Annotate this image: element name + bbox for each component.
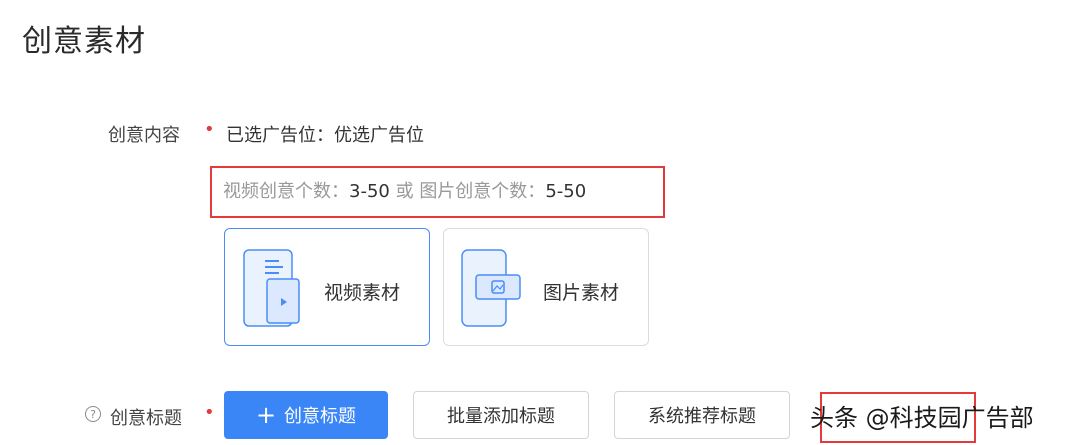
creative-material-panel: 创意素材 创意内容 • 已选广告位：优选广告位 视频创意个数：3-50 或 图片…: [0, 0, 1072, 445]
selected-ad-slot-text: 已选广告位：优选广告位: [226, 125, 424, 146]
add-creative-title-label: 创意标题: [284, 406, 357, 427]
image-material-label: 图片素材: [543, 282, 620, 304]
video-material-card[interactable]: 视频素材: [224, 228, 430, 346]
watermark-text: 头条 @科技园广告部: [810, 404, 1034, 432]
section-title: 创意素材: [22, 24, 146, 59]
creative-title-label: 创意标题: [110, 408, 182, 429]
image-material-card[interactable]: 图片素材: [443, 228, 649, 346]
creative-content-label: 创意内容: [108, 125, 180, 146]
video-material-label: 视频素材: [324, 282, 401, 304]
annotation-box-count-hint: [210, 166, 665, 218]
image-material-icon: [461, 249, 521, 327]
help-icon[interactable]: ?: [85, 406, 101, 422]
add-creative-title-button[interactable]: + 创意标题: [224, 391, 388, 439]
creative-content-required-mark: •: [204, 119, 215, 140]
system-recommend-titles-button[interactable]: 系统推荐标题: [614, 391, 790, 439]
creative-title-required-mark: •: [204, 402, 215, 423]
batch-add-titles-button[interactable]: 批量添加标题: [413, 391, 589, 439]
plus-icon: +: [255, 401, 277, 429]
video-material-icon: [243, 249, 300, 327]
